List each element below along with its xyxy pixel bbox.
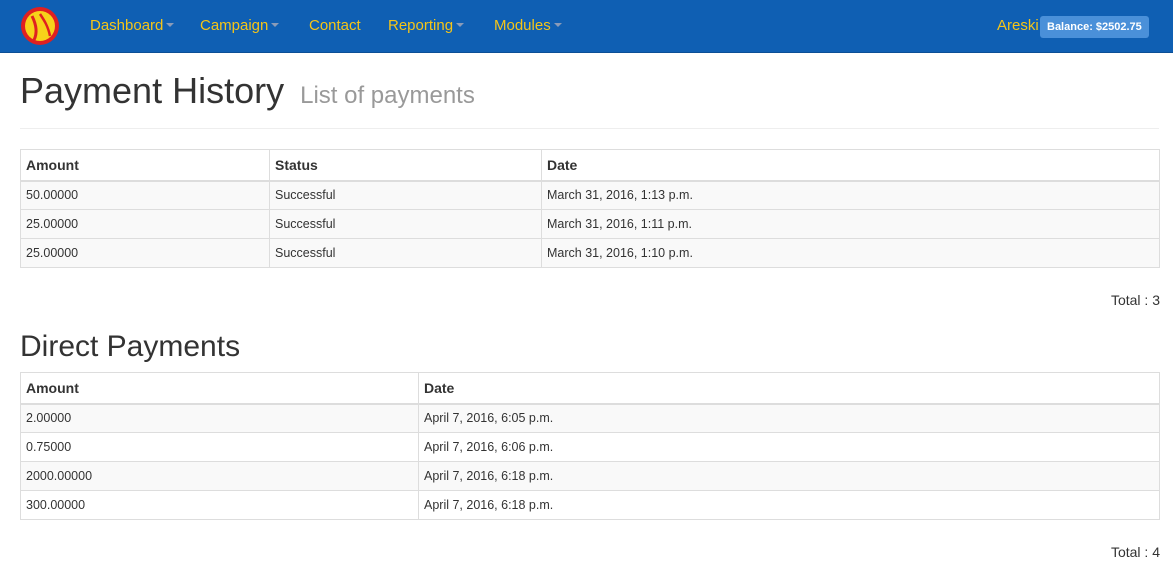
chevron-down-icon bbox=[166, 23, 175, 28]
column-header-amount[interactable]: Amount bbox=[20, 149, 270, 182]
balance-badge: Balance: $2502.75 bbox=[1040, 16, 1149, 38]
nav-dashboard-label: Dashboard bbox=[90, 17, 164, 34]
chevron-down-icon bbox=[456, 23, 465, 28]
table-row: 25.00000 Successful March 31, 2016, 1:11… bbox=[20, 209, 1160, 239]
nav-campaign[interactable]: Campaign bbox=[200, 0, 280, 53]
cell-amount: 0.75000 bbox=[20, 432, 419, 462]
top-navbar: Dashboard Campaign Contact Reporting Mod… bbox=[0, 0, 1173, 53]
direct-payments-title: Direct Payments bbox=[20, 330, 241, 363]
title-divider bbox=[20, 128, 1159, 129]
chevron-down-icon bbox=[271, 23, 280, 28]
nav-contact-label: Contact bbox=[309, 17, 361, 34]
cell-date: April 7, 2016, 6:18 p.m. bbox=[418, 461, 1160, 491]
column-header-status[interactable]: Status bbox=[269, 149, 542, 182]
cell-date: March 31, 2016, 1:10 p.m. bbox=[541, 238, 1160, 268]
cell-amount: 25.00000 bbox=[20, 238, 270, 268]
page-title: Payment History List of payments bbox=[20, 70, 475, 112]
payment-history-total: Total : 3 bbox=[1110, 292, 1160, 308]
user-menu[interactable]: Areski bbox=[997, 0, 1039, 53]
cell-status: Successful bbox=[269, 209, 542, 239]
cell-amount: 50.00000 bbox=[20, 180, 270, 210]
table-row: 2.00000 April 7, 2016, 6:05 p.m. bbox=[20, 403, 1160, 433]
cell-amount: 300.00000 bbox=[20, 490, 419, 520]
table-row: 300.00000 April 7, 2016, 6:18 p.m. bbox=[20, 490, 1160, 520]
table-row: 0.75000 April 7, 2016, 6:06 p.m. bbox=[20, 432, 1160, 462]
nav-modules[interactable]: Modules bbox=[494, 0, 562, 53]
column-header-amount[interactable]: Amount bbox=[20, 372, 419, 405]
cell-date: April 7, 2016, 6:06 p.m. bbox=[418, 432, 1160, 462]
nav-modules-label: Modules bbox=[494, 17, 551, 34]
cell-amount: 2000.00000 bbox=[20, 461, 419, 491]
logo-icon[interactable] bbox=[20, 6, 60, 46]
table-row: 25.00000 Successful March 31, 2016, 1:10… bbox=[20, 238, 1160, 268]
page-subtitle: List of payments bbox=[300, 82, 475, 109]
cell-date: April 7, 2016, 6:05 p.m. bbox=[418, 403, 1160, 433]
nav-campaign-label: Campaign bbox=[200, 17, 269, 34]
table-row: 50.00000 Successful March 31, 2016, 1:13… bbox=[20, 180, 1160, 210]
cell-date: April 7, 2016, 6:18 p.m. bbox=[418, 490, 1160, 520]
direct-payments-table: Amount Date 2.00000 April 7, 2016, 6:05 … bbox=[20, 372, 1160, 520]
page-title-text: Payment History bbox=[20, 70, 285, 111]
column-header-date[interactable]: Date bbox=[418, 372, 1160, 405]
direct-payments-total: Total : 4 bbox=[1110, 544, 1160, 560]
cell-amount: 25.00000 bbox=[20, 209, 270, 239]
nav-dashboard[interactable]: Dashboard bbox=[90, 0, 175, 53]
payment-history-table: Amount Status Date 50.00000 Successful M… bbox=[20, 149, 1160, 268]
column-header-date[interactable]: Date bbox=[541, 149, 1160, 182]
chevron-down-icon bbox=[553, 23, 562, 28]
cell-status: Successful bbox=[269, 238, 542, 268]
nav-reporting[interactable]: Reporting bbox=[388, 0, 465, 53]
table-header-row: Amount Status Date bbox=[20, 149, 1160, 182]
cell-status: Successful bbox=[269, 180, 542, 210]
nav-contact[interactable]: Contact bbox=[309, 0, 361, 53]
cell-amount: 2.00000 bbox=[20, 403, 419, 433]
table-header-row: Amount Date bbox=[20, 372, 1160, 405]
cell-date: March 31, 2016, 1:13 p.m. bbox=[541, 180, 1160, 210]
nav-reporting-label: Reporting bbox=[388, 17, 454, 34]
cell-date: March 31, 2016, 1:11 p.m. bbox=[541, 209, 1160, 239]
table-row: 2000.00000 April 7, 2016, 6:18 p.m. bbox=[20, 461, 1160, 491]
